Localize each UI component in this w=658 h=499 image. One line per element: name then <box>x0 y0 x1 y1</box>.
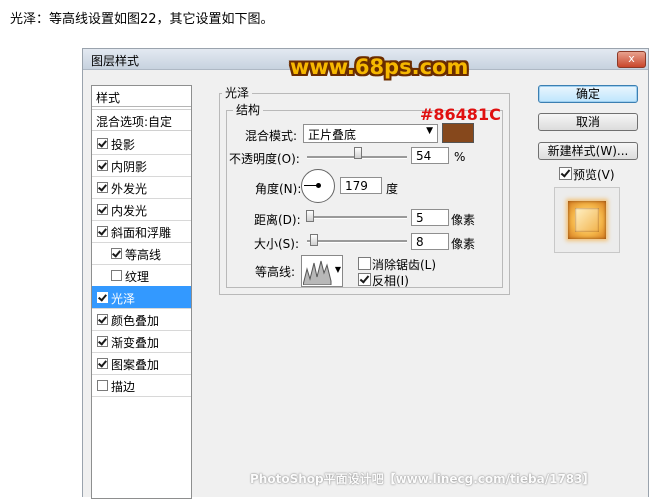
style-item-label: 外发光 <box>111 182 148 196</box>
style-item[interactable]: 内发光 <box>92 198 191 221</box>
style-item-label: 斜面和浮雕 <box>111 226 172 240</box>
invert-checkbox[interactable] <box>358 273 371 286</box>
checkmark-icon <box>560 167 571 178</box>
watermark-linecg: PhotoShop平面设计吧【www.linecg.com/tieba/1783… <box>250 472 595 486</box>
satin-group-title: 光泽 <box>222 84 253 101</box>
style-item-checkbox[interactable] <box>97 204 108 215</box>
style-item-checkbox[interactable] <box>97 292 108 303</box>
style-item-checkbox[interactable] <box>97 138 108 149</box>
blend-mode-value: 正片叠底 <box>308 128 357 142</box>
styles-list: 样式 混合选项:自定 投影内阴影外发光内发光斜面和浮雕等高线纹理光泽颜色叠加渐变… <box>91 85 192 499</box>
angle-unit: 度 <box>386 182 399 196</box>
style-item-checkbox[interactable] <box>111 248 122 259</box>
style-item-label: 描边 <box>111 380 136 394</box>
style-item-label: 颜色叠加 <box>111 314 160 328</box>
style-item-label: 图案叠加 <box>111 358 160 372</box>
style-item-checkbox[interactable] <box>97 226 108 237</box>
preview-thumbnail <box>554 187 620 253</box>
distance-label: 距离(D): <box>254 213 301 227</box>
styles-header[interactable]: 样式 <box>92 86 191 107</box>
checkmark-icon <box>359 273 370 284</box>
antialias-label: 消除锯齿(L) <box>372 258 437 272</box>
style-item[interactable]: 图案叠加 <box>92 352 191 375</box>
invert-label: 反相(I) <box>372 274 409 288</box>
size-label: 大小(S): <box>254 237 300 251</box>
distance-slider-thumb[interactable] <box>306 210 314 222</box>
opacity-unit: % <box>454 150 466 164</box>
distance-unit: 像素 <box>451 213 476 227</box>
contour-picker[interactable]: ▼ <box>301 255 343 287</box>
style-item[interactable]: 内阴影 <box>92 154 191 177</box>
size-slider-thumb[interactable] <box>310 234 318 246</box>
chevron-down-icon: ▼ <box>334 265 341 274</box>
style-item-checkbox[interactable] <box>97 314 108 325</box>
distance-input[interactable]: 5 <box>411 209 449 226</box>
angle-label: 角度(N): <box>255 182 302 196</box>
style-item[interactable]: 外发光 <box>92 176 191 199</box>
style-item-label: 投影 <box>111 138 136 152</box>
styles-header-label: 样式 <box>96 91 121 105</box>
size-slider[interactable] <box>307 240 407 243</box>
style-item[interactable]: 光泽 <box>92 286 191 309</box>
style-item[interactable]: 渐变叠加 <box>92 330 191 353</box>
angle-dial-center <box>316 183 321 188</box>
style-item-label: 内发光 <box>111 204 148 218</box>
dialog-title: 图层样式 <box>91 54 140 68</box>
contour-label: 等高线: <box>255 265 296 279</box>
distance-slider[interactable] <box>307 216 407 219</box>
contour-curve-icon <box>303 260 332 285</box>
color-hex-annotation: #86481C <box>420 105 501 124</box>
cancel-button[interactable]: 取消 <box>538 113 638 131</box>
opacity-slider-thumb[interactable] <box>354 147 362 159</box>
watermark-68ps: www.68ps.com <box>290 55 469 79</box>
style-item-label: 纹理 <box>125 270 150 284</box>
style-item-checkbox[interactable] <box>97 380 108 391</box>
size-input[interactable]: 8 <box>411 233 449 250</box>
style-item-label: 内阴影 <box>111 160 148 174</box>
structure-group-title: 结构 <box>233 101 264 118</box>
style-item[interactable]: 投影 <box>92 132 191 155</box>
style-item[interactable]: 描边 <box>92 374 191 397</box>
layer-style-dialog: 图层样式 x 样式 混合选项:自定 投影 内阴影 外发光 内发光 斜面和浮雕 等高线 纹理光… <box>82 48 649 499</box>
style-item[interactable]: 等高线 <box>92 242 191 265</box>
style-item-label: 光泽 <box>111 292 136 306</box>
preview-inner <box>575 208 599 232</box>
new-style-button[interactable]: 新建样式(W)... <box>538 142 638 160</box>
style-item-checkbox[interactable] <box>97 182 108 193</box>
preview-checkbox[interactable] <box>559 167 572 180</box>
style-item-label: 等高线 <box>125 248 162 262</box>
style-item-checkbox[interactable] <box>97 160 108 171</box>
caption-text: 光泽：等高线设置如图22，其它设置如下图。 <box>10 12 274 27</box>
style-item[interactable]: 颜色叠加 <box>92 308 191 331</box>
close-icon: x <box>628 52 635 65</box>
blending-options-item[interactable]: 混合选项:自定 <box>92 109 191 131</box>
blending-options-label: 混合选项:自定 <box>96 115 173 129</box>
opacity-input[interactable]: 54 <box>411 147 449 164</box>
angle-dial[interactable] <box>301 169 335 203</box>
style-item[interactable]: 斜面和浮雕 <box>92 220 191 243</box>
style-item[interactable]: 纹理 <box>92 264 191 287</box>
style-item-checkbox[interactable] <box>97 358 108 369</box>
antialias-checkbox[interactable] <box>358 257 371 270</box>
opacity-label: 不透明度(O): <box>229 152 300 166</box>
angle-input[interactable]: 179 <box>340 177 382 194</box>
size-unit: 像素 <box>451 237 476 251</box>
style-item-label: 渐变叠加 <box>111 336 160 350</box>
chevron-down-icon: ▼ <box>426 126 433 136</box>
color-swatch[interactable] <box>442 123 474 143</box>
preview-label: 预览(V) <box>573 168 615 182</box>
style-item-checkbox[interactable] <box>111 270 122 281</box>
blend-mode-select[interactable]: 正片叠底 ▼ <box>303 124 438 143</box>
style-item-checkbox[interactable] <box>97 336 108 347</box>
preview-swatch <box>568 201 606 239</box>
close-button[interactable]: x <box>617 51 646 68</box>
ok-button[interactable]: 确定 <box>538 85 638 103</box>
blend-mode-label: 混合模式: <box>245 129 298 143</box>
